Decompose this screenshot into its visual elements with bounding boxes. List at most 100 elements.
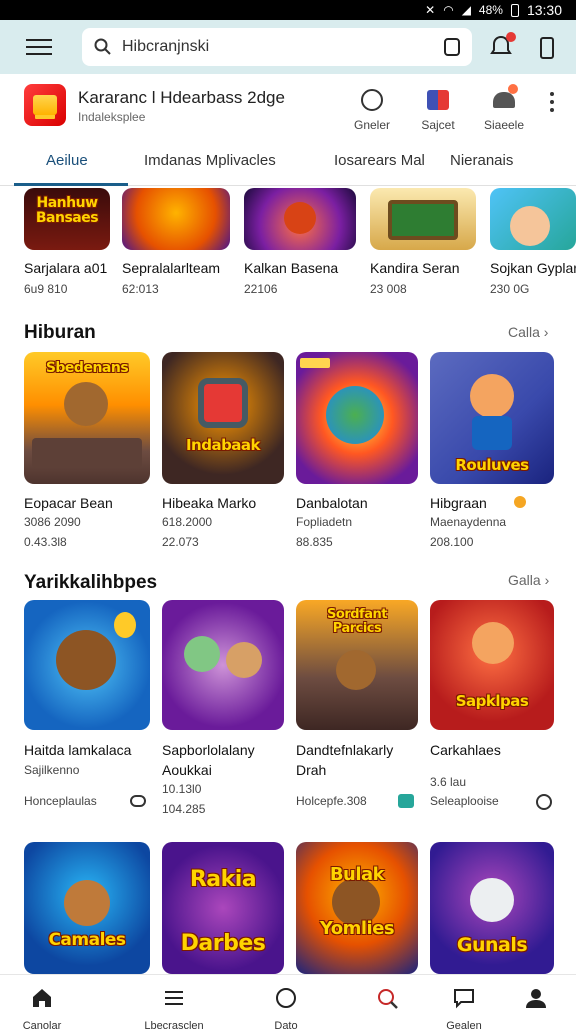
game-banner: Bulak Yomlies [319, 864, 395, 939]
game-meta: Sajilkenno [24, 763, 80, 777]
game-thumbnail[interactable] [244, 188, 356, 250]
game-thumbnail[interactable] [296, 352, 418, 484]
nav-label: Lbecrasclen [144, 1020, 204, 1030]
game-meta: 230 0G [490, 282, 530, 296]
game-meta: 618.2000 [162, 515, 213, 529]
action-label: Siaeele [483, 118, 525, 132]
search-icon [94, 38, 111, 55]
game-title: Hibgraan [430, 495, 487, 511]
action-label: Sajcet [421, 118, 455, 132]
game-meta: 88.835 [296, 535, 333, 549]
circle-icon [276, 988, 296, 1008]
game-thumbnail[interactable]: Sapklpas [430, 600, 554, 730]
menu-icon[interactable] [26, 39, 52, 55]
game-banner: Sbedenans [45, 360, 129, 376]
game-thumbnail[interactable] [490, 188, 576, 250]
action-sajcet[interactable]: Sajcet [408, 88, 468, 132]
game-meta: Honceplaulas [24, 794, 97, 808]
more-options-icon[interactable] [550, 92, 554, 116]
game-meta: 62:013 [122, 282, 159, 296]
game-banner: Camales [48, 930, 126, 950]
action-siaeele[interactable]: Siaeele [474, 84, 534, 132]
game-subtitle: Aoukkai [162, 762, 212, 778]
game-meta: 10.13l0 [162, 782, 202, 796]
nav-label: Canolar [22, 1020, 62, 1030]
game-meta: Seleaplooise [430, 794, 499, 808]
gift-icon [427, 90, 449, 110]
game-banner: Sapklpas [455, 692, 529, 710]
phone-icon[interactable] [540, 37, 554, 59]
action-gneler[interactable]: Gneler [342, 88, 402, 132]
wifi-icon: ◠ [443, 3, 454, 17]
message-icon [454, 989, 474, 1009]
battery-level: 48% [478, 3, 503, 17]
game-title: Eopacar Bean [24, 495, 113, 511]
game-title: Sojkan Gyplar [490, 260, 576, 276]
battery-icon [510, 3, 519, 17]
tab-aeilue[interactable]: Aeilue [46, 152, 88, 169]
see-more-link[interactable]: Calla › [508, 324, 548, 340]
game-meta: 22.073 [162, 535, 199, 549]
game-thumbnail[interactable]: Indabaak [162, 352, 284, 484]
game-title: Dandtefnlakarly [296, 742, 394, 758]
section-title: Yarikkalihbpes [24, 572, 158, 593]
app-subtitle: Indaleksplee [78, 110, 146, 124]
search-icon [378, 989, 398, 1009]
tab-nieranais[interactable]: Nieranais [450, 152, 513, 169]
game-meta: Holcepfe.308 [296, 794, 367, 808]
game-title: Kalkan Basena [244, 260, 339, 276]
profile-icon [526, 989, 546, 1008]
notification-badge [506, 32, 516, 42]
game-title: Carkahlaes [430, 742, 501, 758]
circle-icon [361, 89, 383, 111]
search-input[interactable]: Hibcranjnski [82, 28, 472, 66]
game-title: Hibeaka Marko [162, 495, 257, 511]
game-title: Haitda lamkalaca [24, 742, 132, 758]
tab-imdanas[interactable]: Imdanas Mplivacles [144, 152, 276, 169]
clock: 13:30 [526, 2, 562, 18]
list-icon [165, 991, 183, 1005]
game-thumbnail[interactable]: Sbedenans [24, 352, 150, 484]
badge-icon [398, 794, 414, 808]
tab-iosarears[interactable]: Iosarears Mal [334, 152, 425, 169]
game-thumbnail[interactable]: Hanhuw Bansaes [24, 188, 110, 250]
bottom-nav: Canolar Lbecrasclen Dato Gealen [0, 974, 576, 1030]
game-thumbnail[interactable]: Bulak Yomlies [296, 842, 418, 974]
game-meta: 6u9 810 [24, 282, 68, 296]
clock-icon [536, 794, 552, 810]
badge-icon [514, 496, 526, 508]
tab-indicator [14, 183, 128, 186]
game-meta: 22106 [244, 282, 278, 296]
game-banner: Rouluves [455, 456, 529, 474]
nav-label [506, 1020, 566, 1030]
home-icon [33, 989, 51, 1007]
game-meta: 0.43.3l8 [24, 535, 67, 549]
game-meta: 3086 2090 [24, 515, 81, 529]
game-title: Sepralalarlteam [122, 260, 221, 276]
nav-label: Gealen [446, 1020, 482, 1030]
nav-search[interactable] [358, 987, 418, 1032]
game-title: Sapborlolalany [162, 742, 255, 758]
game-thumbnail[interactable]: Rouluves [430, 352, 554, 484]
scan-icon[interactable] [444, 38, 460, 56]
game-title: Kandira Seran [370, 260, 460, 276]
game-thumbnail[interactable]: Camales [24, 842, 150, 974]
app-header: Kararanc l Hdearbass 2dge Indaleksplee G… [0, 74, 576, 148]
game-thumbnail[interactable]: Rakia Darbes [162, 842, 284, 974]
chevron-right-icon: › [544, 572, 550, 588]
action-label: Gneler [353, 118, 391, 132]
app-logo[interactable] [24, 84, 66, 126]
game-thumbnail[interactable]: Sordfant Parcics [296, 600, 418, 730]
game-thumbnail[interactable] [24, 600, 150, 730]
game-thumbnail[interactable]: Gunals [430, 842, 554, 974]
section-title: Hiburan [24, 322, 96, 343]
search-text: Hibcranjnski [122, 38, 210, 55]
see-more-link[interactable]: Galla › [508, 572, 549, 588]
game-thumbnail[interactable] [122, 188, 230, 250]
notification-icon[interactable] [490, 32, 516, 64]
status-bar: ✕ ◠ ◢ 48% 13:30 [0, 0, 576, 20]
game-meta: 3.6 lau [430, 775, 467, 789]
game-thumbnail[interactable] [370, 188, 476, 250]
game-thumbnail[interactable] [162, 600, 284, 730]
game-meta: Fopliadetn [296, 515, 353, 529]
